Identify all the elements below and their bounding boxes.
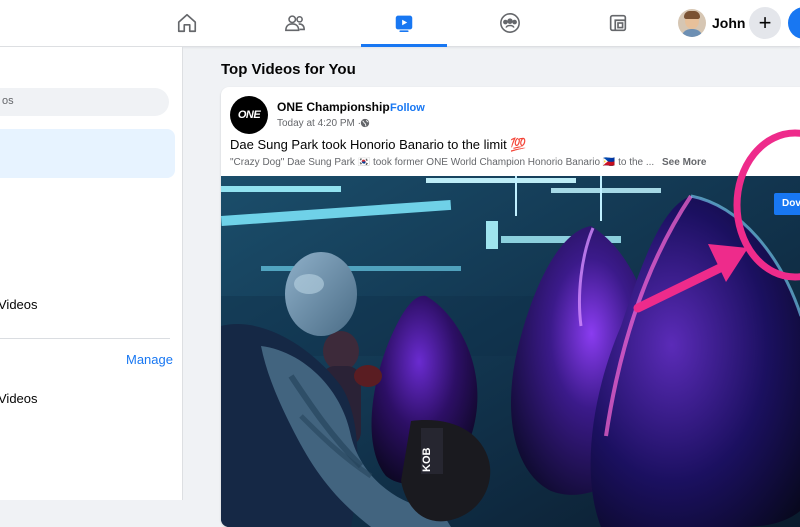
separator-dot: · <box>383 100 387 114</box>
annotation-circle <box>733 129 800 281</box>
post-snippet: "Crazy Dog" Dae Sung Park 🇰🇷 took former… <box>230 157 655 168</box>
top-navigation-bar: John + <box>0 0 800 47</box>
page-avatar-logo[interactable]: ONE <box>230 96 268 134</box>
tab-watch[interactable] <box>361 0 447 47</box>
annotation-arrow-head <box>708 244 748 282</box>
sidebar-divider <box>0 338 170 339</box>
section-title: Top Videos for You <box>221 61 356 78</box>
follow-button[interactable]: Follow <box>390 102 425 114</box>
tab-friends[interactable] <box>252 0 338 46</box>
glove-logo-text: KOB <box>421 448 433 473</box>
avatar <box>678 9 706 37</box>
watch-sidebar: os Videos Manage Videos <box>0 47 183 500</box>
plus-icon: + <box>758 10 772 35</box>
post-title: Dae Sung Park took Honorio Banario to th… <box>230 137 527 152</box>
home-icon <box>177 13 197 33</box>
globe-icon <box>360 118 370 128</box>
tab-gaming[interactable] <box>575 0 661 46</box>
page-name-link[interactable]: ONE Championship <box>277 100 390 114</box>
annotation-highlight <box>633 129 800 313</box>
search-placeholder: os <box>2 95 14 107</box>
friends-icon <box>285 15 305 32</box>
groups-icon <box>500 13 520 33</box>
create-button[interactable]: + <box>749 7 781 39</box>
profile-shortcut[interactable]: John <box>678 7 745 39</box>
tab-groups[interactable] <box>467 0 553 46</box>
page-logo-text: ONE <box>237 109 261 121</box>
profile-name: John <box>712 15 746 31</box>
sidebar-item-videos[interactable]: Videos <box>0 297 38 312</box>
tab-home[interactable] <box>144 0 230 46</box>
messenger-button[interactable] <box>788 7 800 39</box>
manage-link[interactable]: Manage <box>126 352 173 367</box>
sidebar-item-saved-videos[interactable]: Videos <box>0 391 38 406</box>
gaming-icon <box>609 14 627 32</box>
search-watch-input[interactable]: os <box>0 88 169 116</box>
video-play-icon <box>395 15 413 32</box>
annotation-arrow-shaft <box>633 263 725 313</box>
sidebar-item-active[interactable] <box>0 129 175 178</box>
post-timestamp[interactable]: Today at 4:20 PM · <box>277 118 361 129</box>
